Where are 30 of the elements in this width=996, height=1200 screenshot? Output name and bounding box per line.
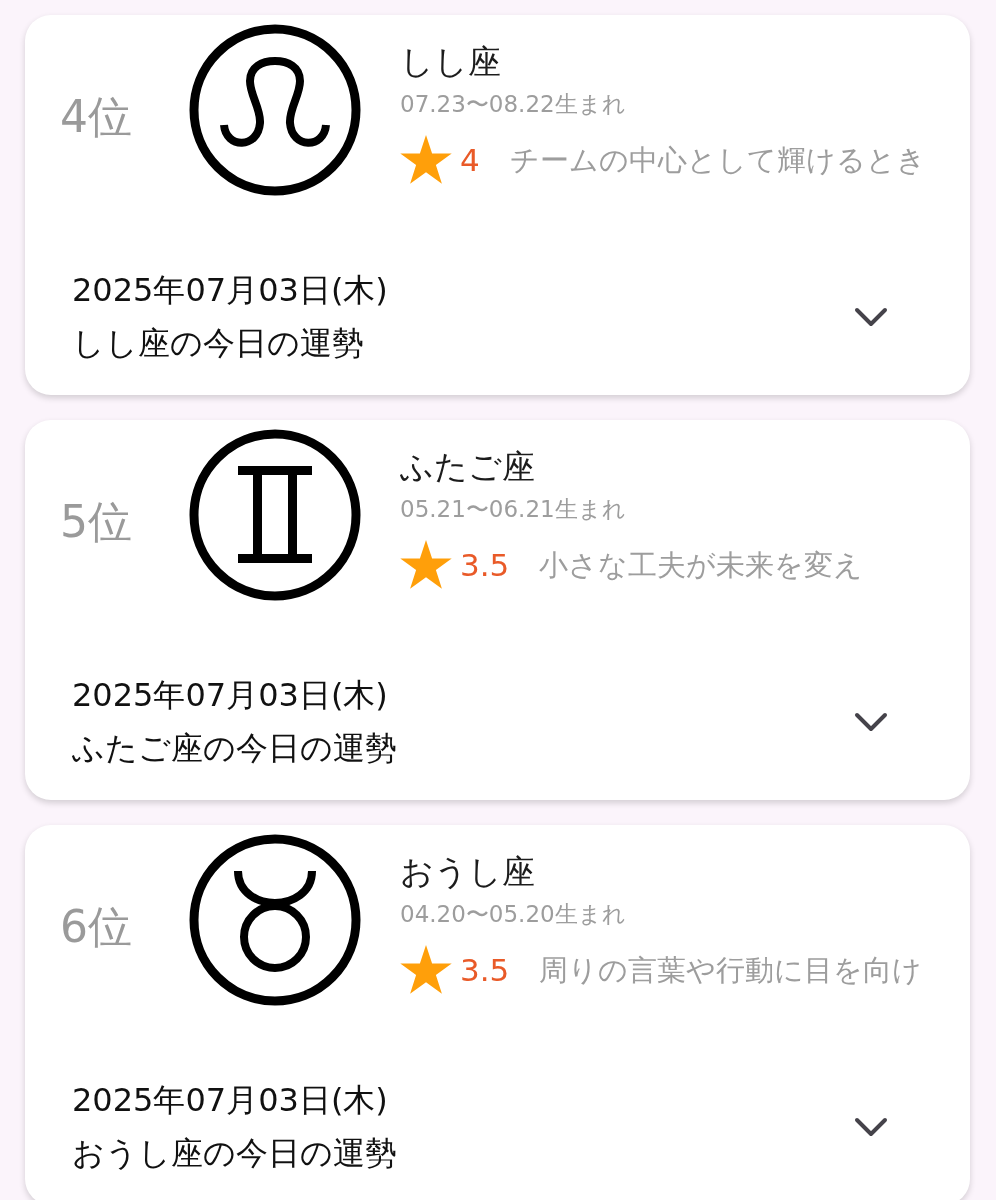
sign-name: しし座 [400,41,501,83]
taurus-sign-icon [188,833,362,1007]
rating-score: 3.5 [460,546,510,585]
birth-date-range: 07.23〜08.22生まれ [400,90,626,119]
sign-name: ふたご座 [400,446,535,488]
chevron-down-icon[interactable] [854,1117,888,1137]
fortune-title: おうし座の今日の運勢 [72,1133,397,1174]
fortune-title: ふたご座の今日の運勢 [72,728,397,769]
fortune-summary: 小さな工夫が未来を変え [539,547,864,584]
rank-label: 6位 [60,900,133,954]
star-icon [400,135,452,185]
fortune-date: 2025年07月03日(木) [72,270,388,311]
fortune-date: 2025年07月03日(木) [72,1080,388,1121]
rank-label: 4位 [60,90,133,144]
sign-name: おうし座 [400,851,535,893]
rating-score: 3.5 [460,951,510,990]
leo-sign-icon [188,23,362,197]
birth-date-range: 04.20〜05.20生まれ [400,900,626,929]
birth-date-range: 05.21〜06.21生まれ [400,495,626,524]
star-icon [400,540,452,590]
gemini-sign-icon [188,428,362,602]
star-icon [400,945,452,995]
chevron-down-icon[interactable] [854,712,888,732]
fortune-summary: 周りの言葉や行動に目を向け [539,952,923,989]
fortune-summary: チームの中心として輝けるとき [509,142,926,179]
chevron-down-icon[interactable] [854,307,888,327]
fortune-title: しし座の今日の運勢 [72,323,364,364]
rating-score: 4 [460,141,480,180]
rank-label: 5位 [60,495,133,549]
fortune-date: 2025年07月03日(木) [72,675,388,716]
